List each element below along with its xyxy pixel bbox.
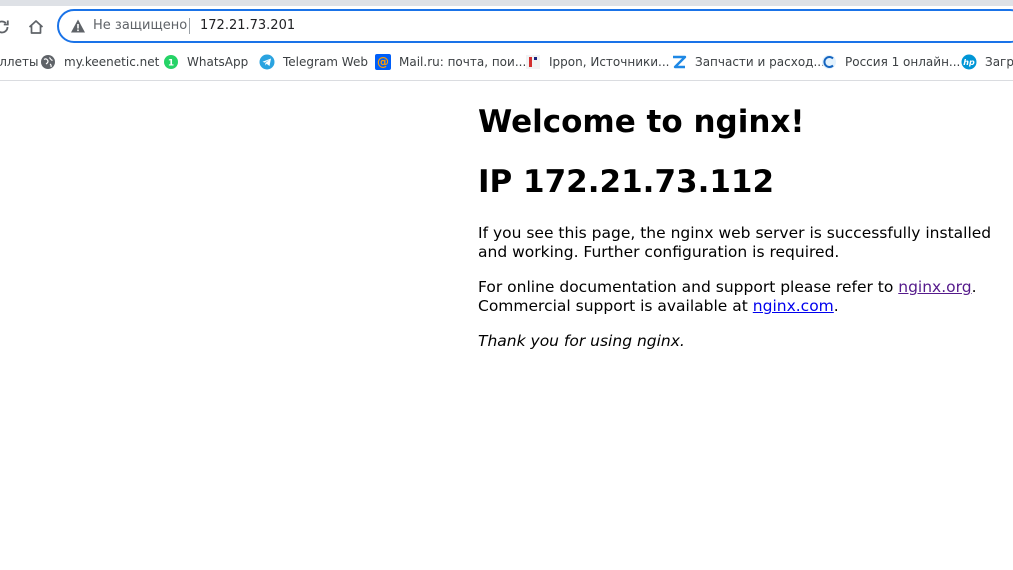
ip-heading: IP 172.21.73.112 (478, 164, 775, 200)
url-text[interactable]: 172.21.73.201 (200, 18, 295, 34)
bookmark-label: Ippon, Источники... (549, 55, 670, 69)
bookmark-label: WhatsApp (187, 55, 249, 69)
not-secure-warning-icon[interactable] (70, 18, 86, 34)
zip-icon (671, 54, 687, 70)
bookmark-item-mailru[interactable]: @ Mail.ru: почта, пои... (375, 48, 526, 76)
svg-text:@: @ (377, 55, 389, 69)
bookmark-item-telegram[interactable]: Telegram Web (259, 48, 368, 76)
home-icon (28, 20, 44, 34)
globe-icon (40, 54, 56, 70)
whatsapp-icon: 1 (163, 54, 179, 70)
bookmark-label: Telegram Web (283, 55, 368, 69)
doc-text-suffix: . (833, 297, 839, 315)
address-bar[interactable]: Не защищено 172.21.73.201 (57, 9, 1013, 43)
svg-text:hp: hp (963, 58, 975, 67)
bookmark-label: пеллеты (0, 55, 39, 69)
doc-text-prefix: For online documentation and support ple… (478, 278, 899, 296)
ippon-icon (525, 54, 541, 70)
bookmark-label: Загру (985, 55, 1013, 69)
browser-toolbar: Не защищено 172.21.73.201 (0, 6, 1013, 48)
bookmark-item-zip[interactable]: Запчасти и расход... (671, 48, 825, 76)
nginx-com-link[interactable]: nginx.com (753, 297, 834, 315)
documentation-text: For online documentation and support ple… (478, 278, 1008, 316)
bookmark-item-pellety[interactable]: пеллеты (0, 48, 38, 76)
russia1-icon (821, 54, 837, 70)
install-success-text: If you see this page, the nginx web serv… (478, 224, 992, 261)
bookmark-item-ippon[interactable]: Ippon, Источники... (525, 48, 669, 76)
omnibox-divider (189, 18, 190, 34)
bookmark-item-keenetic[interactable]: my.keenetic.net (40, 48, 159, 76)
telegram-icon (259, 54, 275, 70)
reload-icon (0, 20, 9, 34)
hp-icon: hp (961, 54, 977, 70)
reload-button[interactable] (0, 15, 14, 39)
bookmark-label: Россия 1 онлайн... (845, 55, 961, 69)
home-button[interactable] (24, 15, 48, 39)
nginx-org-link[interactable]: nginx.org (898, 278, 971, 296)
page-title: Welcome to nginx! (478, 104, 805, 140)
bookmark-item-hp[interactable]: hp Загру (961, 48, 1013, 76)
security-status-label[interactable]: Не защищено (93, 18, 187, 34)
svg-text:1: 1 (168, 59, 174, 69)
bookmark-item-russia1[interactable]: Россия 1 онлайн... (821, 48, 960, 76)
bookmark-label: Запчасти и расход... (695, 55, 825, 69)
mailru-icon: @ (375, 54, 391, 70)
bookmark-item-whatsapp[interactable]: 1 WhatsApp (163, 48, 248, 76)
bookmarks-bar: пеллеты my.keenetic.net 1 WhatsApp Teleg… (0, 48, 1013, 81)
page-viewport: Welcome to nginx! IP 172.21.73.112 If yo… (0, 81, 1013, 570)
bookmark-label: my.keenetic.net (64, 55, 160, 69)
bookmark-label: Mail.ru: почта, пои... (399, 55, 527, 69)
thank-you-text: Thank you for using nginx. (478, 332, 685, 350)
